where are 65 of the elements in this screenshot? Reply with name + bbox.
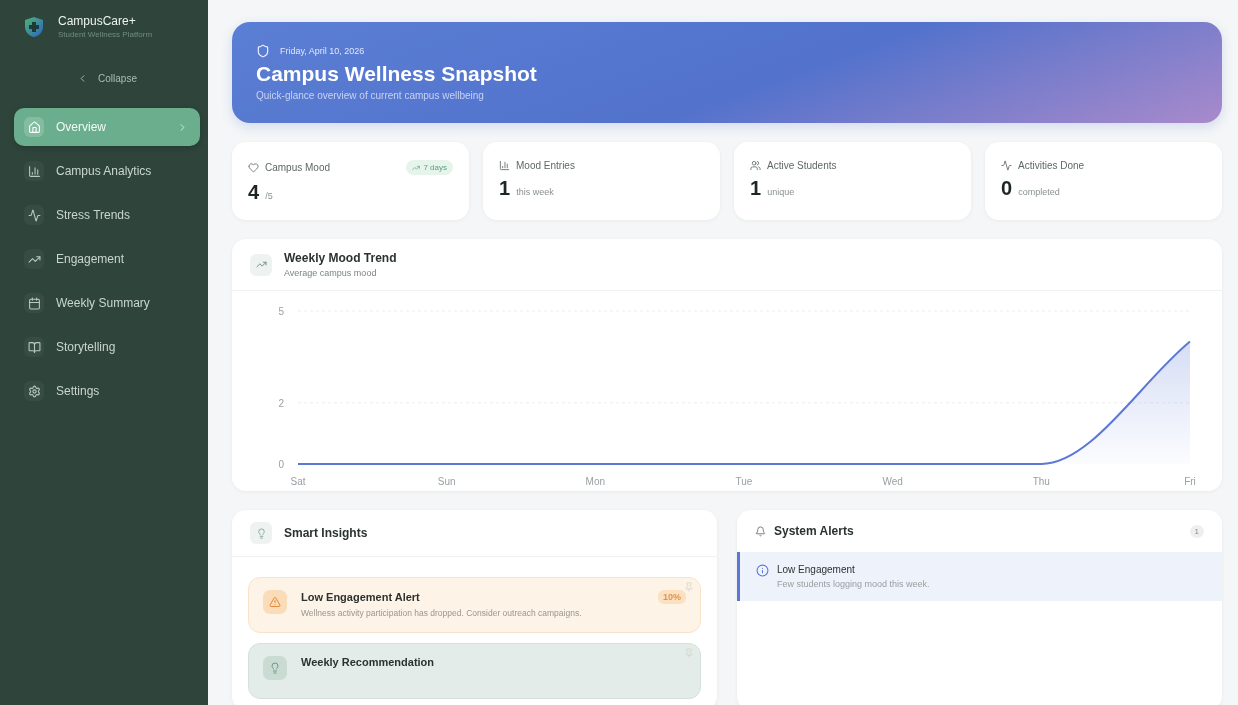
y-tick-label: 5 <box>278 306 284 317</box>
nav-item[interactable]: Storytelling <box>14 328 200 366</box>
trend-badge: 7 days <box>406 160 453 175</box>
y-tick-label: 2 <box>278 397 284 409</box>
nav-icon <box>27 164 41 178</box>
collapse-button[interactable]: Collapse <box>69 69 145 88</box>
lightbulb-icon <box>263 656 287 680</box>
stat-unit: unique <box>767 187 795 197</box>
brand-tagline: Student Wellness Platform <box>58 30 153 39</box>
stat-value: 4 <box>248 181 260 204</box>
hero-title: Campus Wellness Snapshot <box>256 62 538 86</box>
stat-unit: this week <box>516 187 554 197</box>
stat-label: Campus Mood <box>265 162 332 173</box>
x-tick-label: Thu <box>1032 476 1050 487</box>
insight-title: Weekly Recommendation <box>301 656 436 668</box>
nav-icon <box>27 384 41 398</box>
stat-label: Mood Entries <box>516 160 576 171</box>
stat-value: 1 <box>750 177 762 200</box>
nav-icon <box>27 340 41 354</box>
x-tick-label: Wed <box>882 476 903 487</box>
stat-value: 1 <box>499 177 511 200</box>
nav-item[interactable]: Settings <box>14 372 200 410</box>
lightbulb-icon <box>250 522 272 544</box>
hero-subtitle: Quick-glance overview of current campus wellbeing <box>256 90 485 101</box>
info-icon <box>756 564 769 577</box>
stat-label: Active Students <box>767 160 838 171</box>
card-subtitle: Average campus mood <box>284 268 378 278</box>
card-title: System Alerts <box>774 524 854 538</box>
stat-icon <box>1001 160 1012 171</box>
pin-icon <box>684 582 694 592</box>
alert-text: Few students logging mood this week. <box>777 579 930 589</box>
nav-item[interactable]: Weekly Summary <box>14 284 200 322</box>
card-title: Weekly Mood Trend <box>284 251 397 265</box>
stat-label: Activities Done <box>1018 160 1086 171</box>
nav-item[interactable]: Engagement <box>14 240 200 278</box>
nav-icon <box>27 208 41 222</box>
nav-item[interactable]: Campus Analytics <box>14 152 200 190</box>
hero-date: Friday, April 10, 2026 <box>280 46 365 56</box>
x-tick-label: Mon <box>585 476 606 487</box>
count-badge: 1 <box>1189 524 1204 538</box>
nav-item[interactable]: Stress Trends <box>14 196 200 234</box>
x-tick-label: Sat <box>290 476 306 487</box>
insight-text: Wellness activity participation has dropped. Consider outreach campaigns. <box>301 608 583 618</box>
x-tick-label: Sun <box>437 476 456 487</box>
brand-name: CampusCare+ <box>58 14 137 28</box>
alert-title: Low Engagement <box>777 564 856 575</box>
stat-icon <box>499 160 510 171</box>
stat-unit: /5 <box>265 191 273 201</box>
nav-icon <box>27 296 41 310</box>
x-tick-label: Fri <box>1184 476 1196 487</box>
shield-logo-icon <box>24 15 44 38</box>
stat-unit: completed <box>1018 187 1060 197</box>
stat-icon <box>750 160 761 171</box>
trend-icon <box>250 253 272 276</box>
stat-icon <box>248 162 259 173</box>
shield-icon <box>256 44 270 58</box>
y-tick-label: 0 <box>278 459 284 470</box>
insight-title: Low Engagement Alert <box>301 591 421 603</box>
stat-value: 0 <box>1001 177 1013 200</box>
nav-icon <box>27 120 41 134</box>
card-title: Smart Insights <box>284 526 368 540</box>
bell-icon <box>755 525 766 537</box>
percent-badge: 10% <box>658 590 686 604</box>
warning-icon <box>263 590 287 614</box>
x-tick-label: Tue <box>735 476 753 487</box>
